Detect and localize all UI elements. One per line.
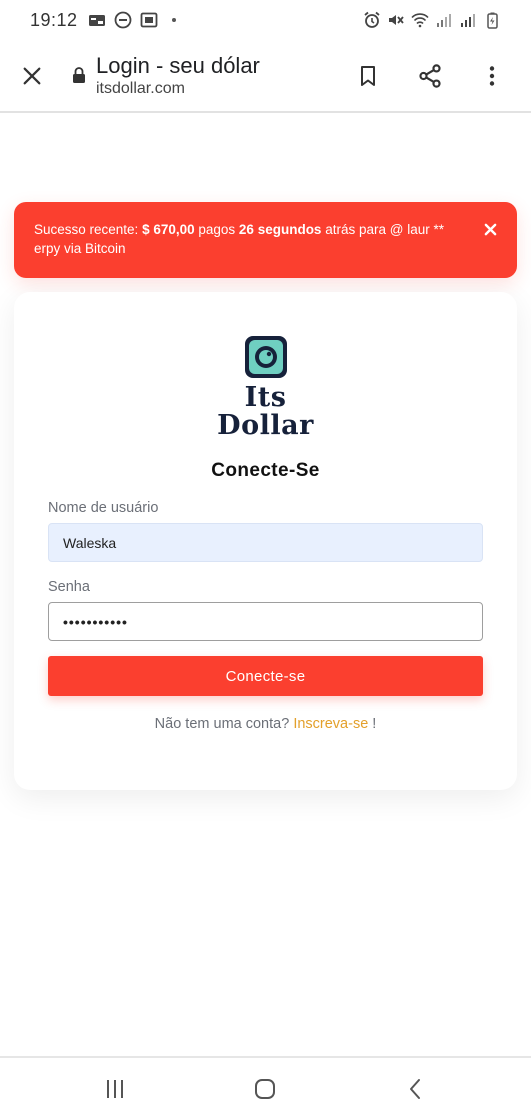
do-not-disturb-icon (114, 11, 132, 29)
logo: Its Dollar (14, 334, 517, 440)
alert-amount: $ 670,00 (142, 222, 195, 237)
close-icon (484, 223, 496, 235)
password-input[interactable]: ••••••••••• (48, 602, 483, 641)
browser-toolbar: Login - seu dólar itsdollar.com (0, 40, 531, 113)
logo-line-2: Dollar (217, 410, 314, 441)
wifi-icon (411, 11, 429, 29)
recent-success-alert: Sucesso recente: $ 670,00 pagos 26 segun… (14, 202, 517, 278)
alarm-icon (363, 11, 381, 29)
alert-close-button[interactable] (481, 220, 499, 238)
more-options-button[interactable] (479, 63, 505, 89)
status-bar: 19:12 (0, 0, 531, 40)
system-navigation-bar (0, 1056, 531, 1120)
username-input[interactable]: Waleska (48, 523, 483, 562)
payment-icon (88, 11, 106, 29)
signal-icon (435, 11, 453, 29)
page-url: itsdollar.com (96, 79, 185, 97)
share-icon (419, 63, 441, 88)
lock-icon (72, 66, 86, 84)
more-vertical-icon (489, 65, 495, 86)
signup-suffix: ! (368, 716, 377, 732)
status-right-icons (363, 11, 501, 29)
screen-record-icon (140, 11, 158, 29)
logo-line-1: Its (244, 382, 287, 413)
login-submit-button[interactable]: Conecte-se (48, 656, 483, 696)
close-tab-button[interactable] (20, 64, 44, 88)
page-title: Login - seu dólar (96, 52, 260, 78)
bookmark-button[interactable] (355, 63, 381, 89)
home-button[interactable] (245, 1069, 285, 1109)
alert-prefix: Sucesso recente: (34, 222, 143, 237)
signup-link[interactable]: Inscreva-se (293, 716, 368, 732)
share-button[interactable] (417, 63, 443, 89)
login-card: Its Dollar Conecte-Se Nome de usuário Wa… (14, 292, 517, 790)
status-left-icons (88, 11, 176, 29)
recent-apps-icon (107, 1080, 124, 1098)
recent-apps-button[interactable] (95, 1069, 135, 1109)
password-label: Senha (48, 579, 90, 595)
login-title: Conecte-Se (211, 460, 320, 481)
close-icon (23, 67, 41, 84)
mute-icon (387, 11, 405, 29)
signup-prompt: Não tem uma conta? Inscreva-se ! (14, 716, 517, 732)
no-account-text: Não tem uma conta? (154, 716, 294, 732)
status-time: 19:12 (30, 9, 78, 30)
username-label: Nome de usuário (48, 500, 159, 516)
back-icon (409, 1079, 420, 1099)
page-info[interactable]: Login - seu dólar itsdollar.com (96, 53, 260, 99)
logo-text: Its Dollar (217, 384, 314, 440)
alert-middle: pagos (194, 222, 239, 237)
battery-charging-icon (483, 11, 501, 29)
signal-icon-2 (459, 11, 477, 29)
camera-logo-icon (244, 336, 287, 378)
notification-dot (171, 18, 176, 22)
bookmark-icon (361, 65, 375, 86)
toolbar-actions (355, 63, 505, 89)
alert-time: 26 segundos (238, 222, 322, 237)
back-button[interactable] (396, 1069, 436, 1109)
home-icon (255, 1079, 276, 1099)
